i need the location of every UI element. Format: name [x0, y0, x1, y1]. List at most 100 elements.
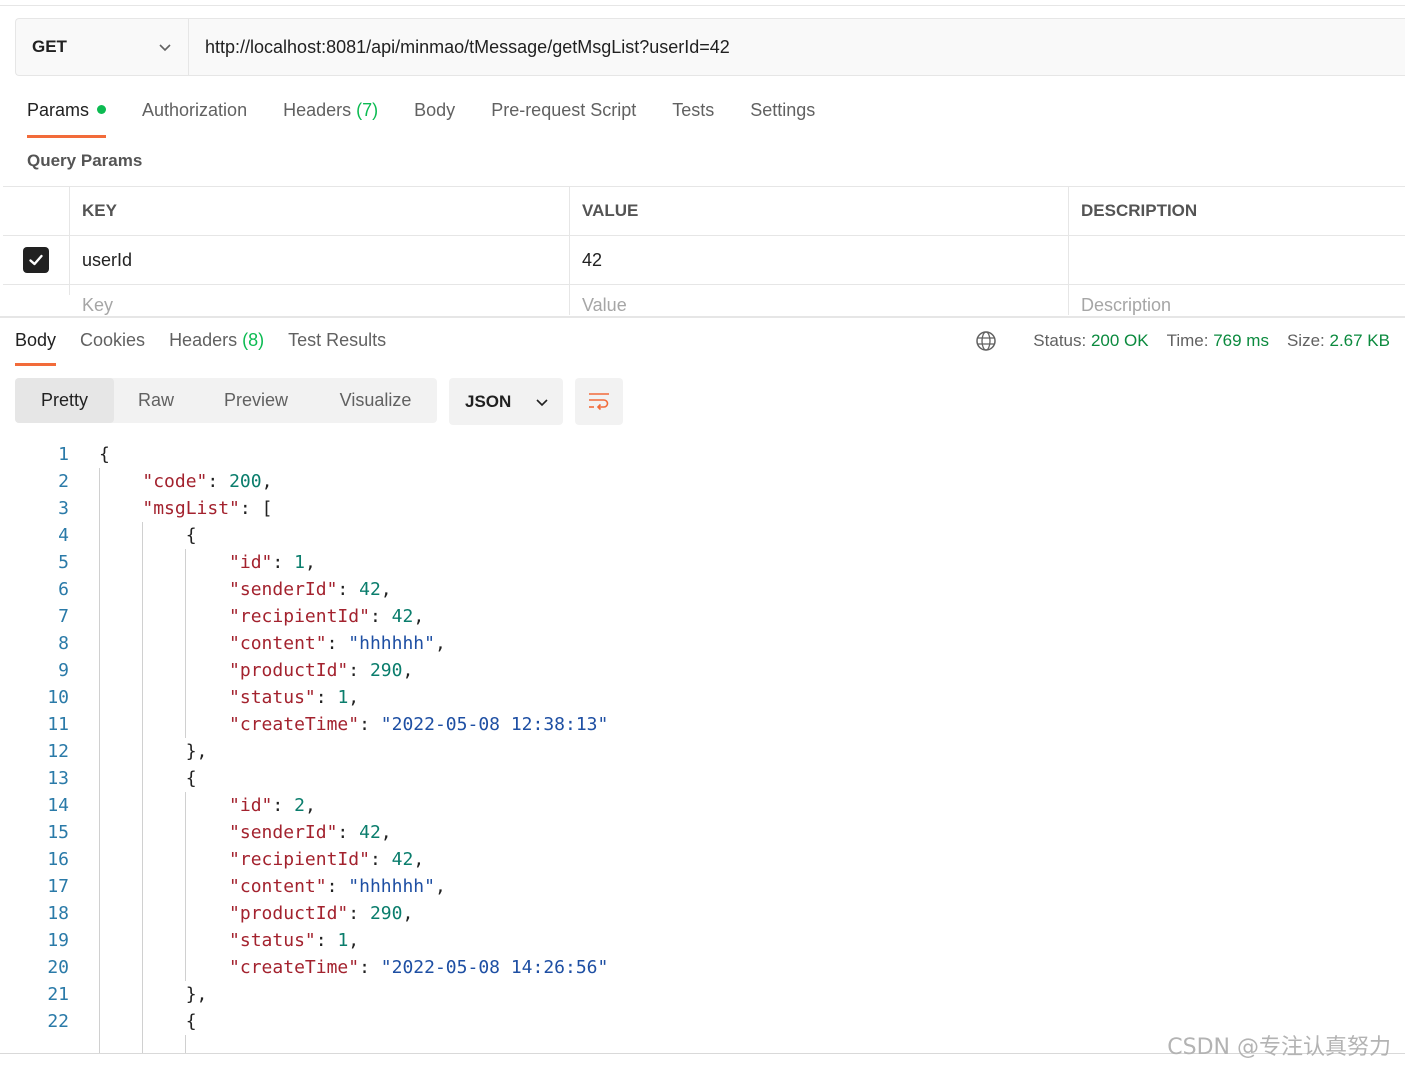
- chevron-down-icon: [158, 40, 172, 54]
- code-text: {: [99, 765, 197, 792]
- code-token: "recipientId": [229, 606, 370, 627]
- code-token: ,: [380, 579, 392, 600]
- code-token: "senderId": [229, 822, 338, 843]
- code-text: "msgList": [: [99, 495, 272, 522]
- code-line: 3 "msgList": [: [0, 495, 1405, 522]
- code-token: : [: [239, 498, 273, 519]
- code-line: 6 "senderId": 42,: [0, 576, 1405, 603]
- globe-icon[interactable]: [975, 330, 997, 352]
- status-code[interactable]: Status: 200 OK: [1033, 331, 1148, 351]
- code-token: "status": [229, 687, 316, 708]
- wrap-lines-button[interactable]: [575, 378, 623, 425]
- code-token: ,: [434, 633, 446, 654]
- tab-test-results[interactable]: Test Results: [288, 330, 386, 366]
- response-tabs: Body Cookies Headers (8) Test Results: [15, 330, 410, 366]
- preview-button[interactable]: Preview: [198, 378, 314, 423]
- code-text: "status": 1,: [99, 927, 359, 954]
- line-number: 18: [47, 903, 69, 924]
- new-value-input[interactable]: Value: [570, 285, 1069, 315]
- param-key-cell[interactable]: userId: [70, 236, 570, 284]
- time-label: Time:: [1166, 331, 1209, 350]
- code-token: 290: [369, 660, 403, 681]
- tab-params[interactable]: Params: [27, 100, 107, 138]
- size-value: 2.67 KB: [1329, 331, 1391, 350]
- code-text: "productId": 290,: [99, 657, 413, 684]
- code-token: ,: [434, 876, 446, 897]
- code-line: 11 "createTime": "2022-05-08 12:38:13": [0, 711, 1405, 738]
- code-line: 10 "status": 1,: [0, 684, 1405, 711]
- watermark: CSDN @专注认真努力: [1167, 1035, 1391, 1060]
- code-token: 1: [294, 552, 305, 573]
- code-token: ,: [261, 471, 273, 492]
- code-text: "productId": 290,: [99, 900, 413, 927]
- table-row-new: Key Value Description: [3, 284, 1405, 315]
- pretty-button[interactable]: Pretty: [15, 378, 114, 423]
- response-size[interactable]: Size: 2.67 KB: [1287, 331, 1390, 351]
- new-description-input[interactable]: Description: [1069, 285, 1405, 315]
- size-label: Size:: [1286, 331, 1325, 350]
- status-value: 200 OK: [1090, 331, 1149, 350]
- format-select-label: JSON: [465, 391, 512, 411]
- code-token: "productId": [229, 903, 349, 924]
- code-text: "content": "hhhhhh",: [99, 873, 446, 900]
- code-line: 5 "id": 1,: [0, 549, 1405, 576]
- line-number: 13: [47, 768, 69, 789]
- line-number: 11: [47, 714, 69, 735]
- param-description-cell[interactable]: [1069, 236, 1405, 284]
- code-token: "2022-05-08 14:26:56": [380, 957, 609, 978]
- code-text: {: [99, 441, 110, 468]
- tab-tests[interactable]: Tests: [672, 100, 714, 138]
- response-body-code[interactable]: 1{2 "code": 200, 3 "msgList": [4 {5 "id":…: [0, 441, 1405, 1053]
- format-toggle-group: Pretty Raw Preview Visualize: [15, 378, 437, 423]
- code-token: 2: [294, 795, 305, 816]
- param-enabled-checkbox[interactable]: [23, 247, 49, 273]
- param-value-cell[interactable]: 42: [570, 236, 1069, 284]
- header-description: DESCRIPTION: [1081, 201, 1198, 220]
- tab-cookies-label: Cookies: [80, 330, 146, 350]
- line-number: 5: [58, 552, 69, 573]
- code-token: ,: [304, 552, 316, 573]
- code-line: 14 "id": 2,: [0, 792, 1405, 819]
- line-number: 14: [47, 795, 69, 816]
- code-token: {: [99, 1011, 197, 1032]
- code-token: :: [326, 876, 349, 897]
- tab-response-headers[interactable]: Headers (8): [169, 330, 264, 366]
- line-number: 17: [47, 876, 69, 897]
- code-token: "status": [229, 930, 316, 951]
- header-key: KEY: [70, 187, 570, 235]
- line-number: 1: [58, 444, 69, 465]
- visualize-button[interactable]: Visualize: [314, 378, 437, 423]
- url-input[interactable]: [189, 19, 1405, 75]
- format-select[interactable]: JSON: [449, 378, 563, 425]
- code-token: :: [369, 849, 392, 870]
- line-number: 15: [47, 822, 69, 843]
- code-token: :: [272, 552, 295, 573]
- row-checkbox-cell: [3, 236, 70, 284]
- tab-cookies[interactable]: Cookies: [80, 330, 145, 366]
- code-token: 1: [337, 687, 349, 708]
- status-label: Status:: [1033, 331, 1087, 350]
- tab-response-body[interactable]: Body: [15, 330, 57, 366]
- code-token: "hhhhhh": [348, 633, 435, 654]
- code-text: "content": "hhhhhh",: [99, 630, 446, 657]
- tab-body[interactable]: Body: [414, 100, 455, 138]
- code-token: "createTime": [229, 957, 360, 978]
- code-token: {: [99, 525, 197, 546]
- tab-pre-request-script[interactable]: Pre-request Script: [491, 100, 636, 138]
- code-token: {: [99, 444, 110, 465]
- tab-authorization[interactable]: Authorization: [142, 100, 247, 138]
- tab-settings[interactable]: Settings: [750, 100, 815, 138]
- raw-button[interactable]: Raw: [114, 378, 198, 423]
- method-select[interactable]: GET: [16, 19, 189, 75]
- new-key-input[interactable]: Key: [70, 285, 570, 315]
- tab-headers[interactable]: Headers (7): [283, 100, 378, 138]
- pane-divider[interactable]: [0, 316, 1405, 318]
- code-line: 15 "senderId": 42,: [0, 819, 1405, 846]
- table-header-row: KEY VALUE DESCRIPTION: [3, 186, 1405, 235]
- response-time[interactable]: Time: 769 ms: [1167, 331, 1269, 351]
- code-token: :: [272, 795, 295, 816]
